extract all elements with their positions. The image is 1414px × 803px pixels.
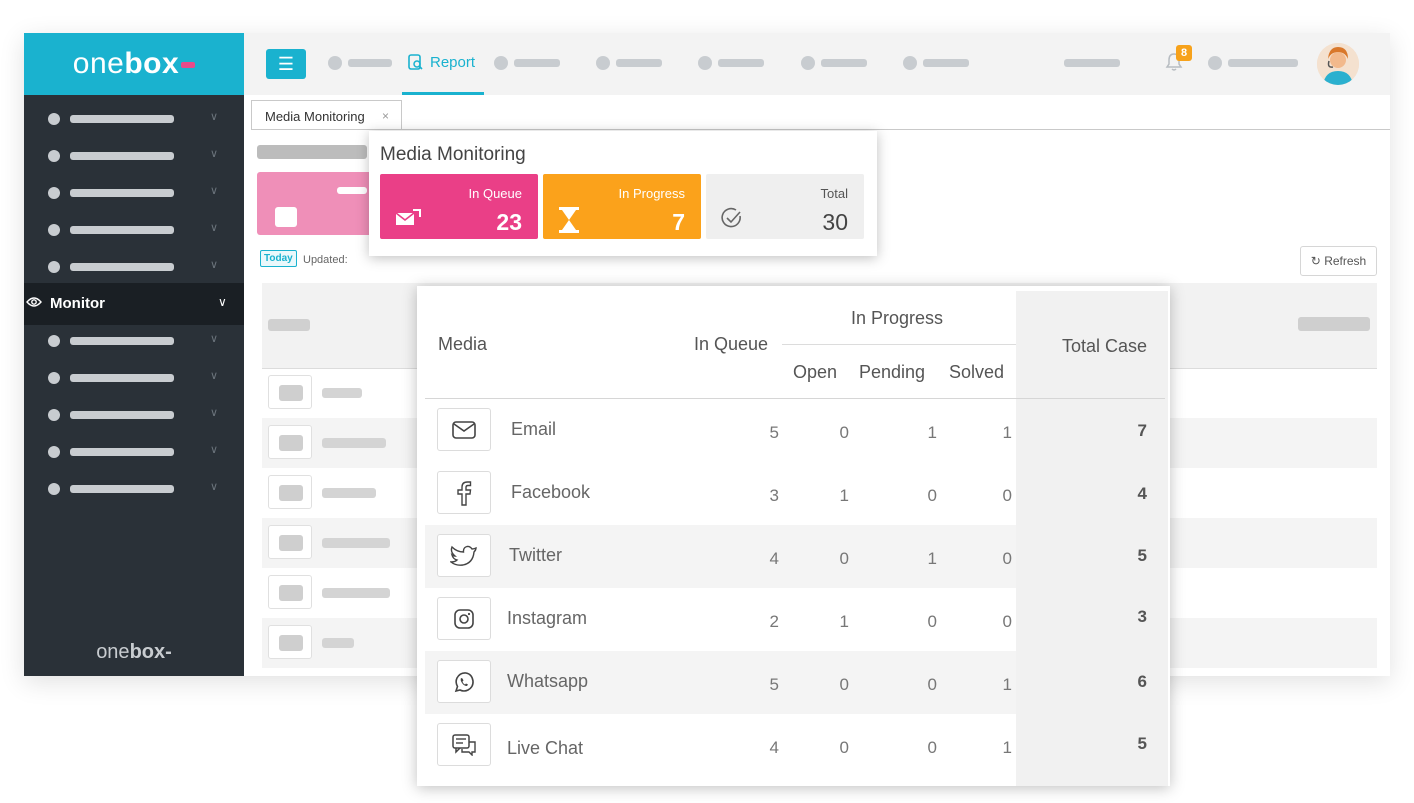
chevron-down-icon: ∨ (210, 407, 219, 419)
refresh-icon: ↻ (1310, 254, 1321, 268)
top-navbar: ☰ Report 8 (244, 33, 1390, 95)
header-solved: Solved (949, 362, 1005, 382)
logo[interactable]: onebox (24, 33, 244, 95)
header-divider (782, 344, 1016, 345)
facebook-icon (437, 471, 491, 514)
report-icon (408, 54, 423, 75)
media-monitoring-summary: Media Monitoring In Queue 23 In Progress… (369, 131, 877, 256)
sidebar-item[interactable]: ∨ (24, 100, 244, 137)
document-tab-media-monitoring[interactable]: Media Monitoring × (251, 100, 402, 130)
chevron-down-icon: ∨ (210, 333, 219, 345)
chevron-down-icon: ∨ (210, 481, 219, 493)
header-in-queue: In Queue (694, 334, 769, 354)
refresh-button[interactable]: ↻ Refresh (1300, 246, 1377, 276)
header-open: Open (793, 362, 838, 382)
kpi-total[interactable]: Total 30 (706, 174, 864, 239)
chevron-down-icon: ∨ (218, 295, 227, 309)
whatsapp-icon (437, 660, 491, 703)
total-cell: 7 (1137, 421, 1147, 440)
table-row[interactable]: Facebook 3 1 0 0 (425, 462, 1016, 525)
notification-badge: 8 (1176, 45, 1192, 61)
menu-toggle-button[interactable]: ☰ (266, 49, 306, 79)
sidebar-item[interactable]: ∨ (24, 322, 244, 359)
summary-title: Media Monitoring (380, 144, 526, 165)
instagram-icon (437, 597, 491, 640)
chevron-down-icon: ∨ (210, 370, 219, 382)
chevron-down-icon: ∨ (210, 185, 219, 197)
mail-send-icon (395, 207, 421, 233)
header-total-case: Total Case (1062, 336, 1148, 356)
chevron-down-icon: ∨ (210, 111, 219, 123)
sidebar-item[interactable]: ∨ (24, 433, 244, 470)
today-badge[interactable]: Today (260, 250, 297, 267)
eye-icon (26, 295, 42, 311)
tab-divider (251, 129, 1390, 130)
close-icon[interactable]: × (382, 109, 389, 123)
sidebar: onebox ∨ ∨ ∨ ∨ ∨ ∨ ∨ ∨ ∨ ∨ onebox- (24, 33, 244, 676)
header-in-progress: In Progress (851, 308, 944, 328)
nav-tab-report[interactable]: Report (402, 33, 484, 95)
total-cell: 5 (1137, 734, 1147, 753)
avatar[interactable] (1317, 43, 1359, 85)
chevron-down-icon: ∨ (210, 148, 219, 160)
check-circle-icon (721, 207, 743, 235)
sidebar-item[interactable]: ∨ (24, 211, 244, 248)
live-chat-icon (437, 723, 491, 766)
table-row[interactable]: Instagram 2 1 0 0 (425, 588, 1016, 651)
total-cell: 3 (1137, 607, 1147, 626)
total-cell: 5 (1137, 546, 1147, 565)
sidebar-item[interactable]: ∨ (24, 396, 244, 433)
total-cell: 6 (1137, 672, 1147, 691)
hourglass-icon (558, 207, 580, 239)
sidebar-item[interactable]: ∨ (24, 359, 244, 396)
sidebar-item[interactable]: ∨ (24, 248, 244, 285)
sidebar-footer-logo: onebox- (96, 641, 172, 663)
chevron-down-icon: ∨ (210, 259, 219, 271)
email-icon (437, 408, 491, 451)
header-pending: Pending (859, 362, 926, 382)
kpi-in-progress[interactable]: In Progress 7 (543, 174, 701, 239)
twitter-icon (437, 534, 491, 577)
kpi-card-placeholder (257, 172, 372, 235)
sidebar-item[interactable]: ∨ (24, 174, 244, 211)
page-title-placeholder (257, 145, 367, 159)
table-row[interactable]: Live Chat 4 0 0 1 (425, 714, 1016, 777)
table-row[interactable]: Email 5 0 1 1 (425, 399, 1016, 462)
total-cell: 4 (1137, 484, 1147, 503)
media-table-card: Media In Queue In Progress Open Pending … (417, 286, 1170, 786)
table-row[interactable]: Whatsapp 5 0 0 1 (425, 651, 1016, 714)
chevron-down-icon: ∨ (210, 444, 219, 456)
header-media: Media (438, 334, 488, 354)
sidebar-item[interactable]: ∨ (24, 137, 244, 174)
kpi-in-queue[interactable]: In Queue 23 (380, 174, 538, 239)
updated-label: Updated: (303, 254, 348, 266)
table-row[interactable]: Twitter 4 0 1 0 (425, 525, 1016, 588)
sidebar-item-monitor[interactable]: Monitor ∨ (24, 283, 244, 325)
chevron-down-icon: ∨ (210, 222, 219, 234)
sidebar-item[interactable]: ∨ (24, 470, 244, 507)
hamburger-icon: ☰ (277, 54, 295, 74)
total-column-bg (1016, 291, 1168, 786)
